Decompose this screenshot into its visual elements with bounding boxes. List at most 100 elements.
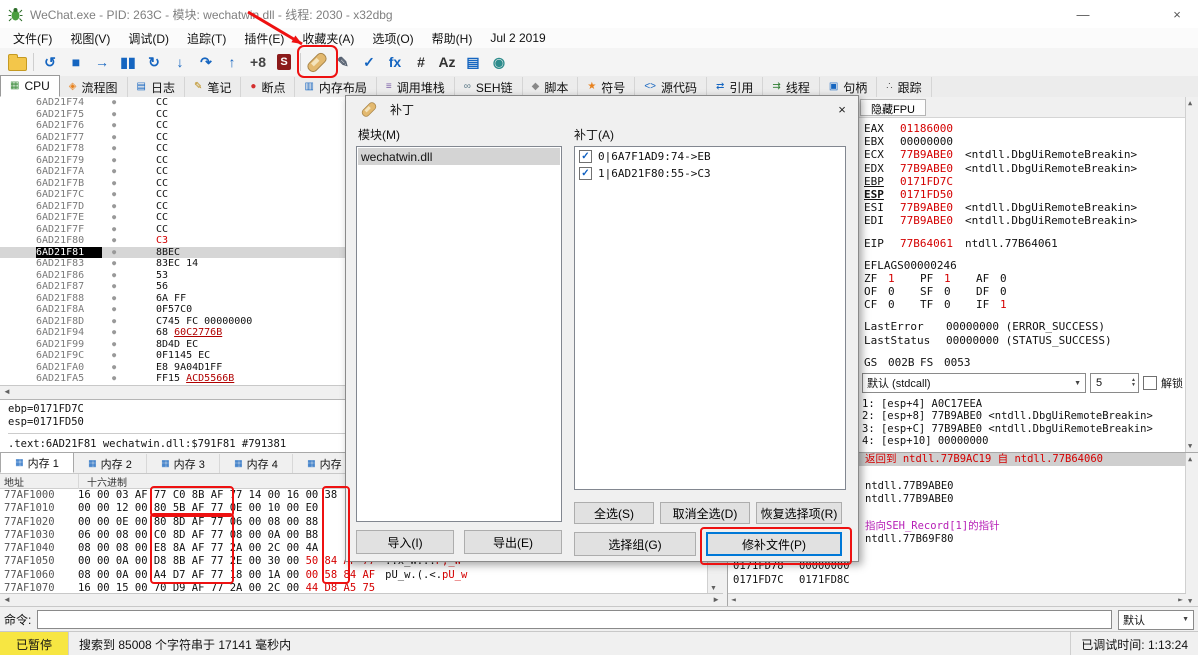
memory-tab[interactable]: ▦ 内存 4 [220,454,293,473]
tab-seh-chain[interactable]: ∞ SEH链 [455,77,523,97]
run-button[interactable]: → [89,49,115,75]
reload-button[interactable]: ↻ [141,49,167,75]
patch-checkbox[interactable]: ✓ [579,150,592,163]
stack-row[interactable]: 0171FD78 00000000 [728,560,1198,573]
tab-call-stack[interactable]: ≡ 调用堆栈 [377,77,455,97]
deselect-all-button[interactable]: 取消全选(D) [660,502,750,524]
step-into-button[interactable]: ↓ [167,49,193,75]
minimize-button[interactable]: — [1062,0,1104,28]
restore-selected-button[interactable]: 恢复选择项(R) [756,502,842,524]
calling-convention-select[interactable]: 默认 (stdcall) ▼ [862,373,1086,393]
tab-symbols[interactable]: ★ 符号 [578,77,636,97]
scroll-right-icon[interactable]: ► [1178,595,1183,604]
hash-button[interactable]: # [408,49,434,75]
compare-button[interactable]: ✓ [356,49,382,75]
disasm-address: 6AD21F7B [36,177,85,189]
step-over-button[interactable]: ↷ [193,49,219,75]
disasm-bytes-address: ACD5566B [186,373,235,384]
step-n-button[interactable]: +8 [245,49,271,75]
run-to-return-button[interactable]: ↑ [219,49,245,75]
spinner-arrows-icon[interactable]: ▲ ▼ [1131,378,1136,388]
registers-scrollbar[interactable]: ▲ ▼ [1185,97,1198,452]
disasm-bytes: CC [156,200,169,212]
menu-item[interactable]: 插件(E) [235,30,293,47]
flag-value: 0 [1000,285,1007,299]
tab-notes[interactable]: ✎ 笔记 [185,77,242,97]
flag-value: 002B [888,355,915,369]
step-into-icon: ↓ [176,54,184,70]
patch-file-button[interactable]: 修补文件(P) [706,532,842,556]
hide-fpu-button[interactable]: 隐藏FPU [860,98,926,116]
memory-tab[interactable]: ▦ 内存 2 [74,454,147,473]
scroll-up-icon[interactable]: ▲ [1188,455,1192,463]
tab-graph[interactable]: ◈ 流程图 [60,77,128,97]
command-input[interactable] [37,610,1112,629]
select-all-button[interactable]: 全选(S) [574,502,654,524]
menu-item[interactable]: 文件(F) [4,30,61,47]
memory-tab[interactable]: ▦ 内存 1 [0,453,74,473]
tab-memory-map[interactable]: ▥ 内存布局 [295,77,377,97]
tab-breakpoints[interactable]: ● 断点 [241,77,296,97]
dump-row[interactable]: 77AF1060 08 00 0A 00 A4 D7 AF 77 18 00 1A… [0,569,723,582]
scroll-down-icon[interactable]: ▼ [1188,442,1192,450]
arg-count-spinner[interactable]: 5 ▲ ▼ [1090,373,1139,393]
tab-label: 脚本 [544,80,569,95]
instruction-dot-icon: ● [112,293,117,302]
scroll-left-icon[interactable]: ◄ [731,595,736,604]
patch-item[interactable]: ✓ 0|6A7F1AD9:74->EB [576,148,844,165]
patch-checkbox[interactable]: ✓ [579,167,592,180]
scroll-right-icon[interactable]: ► [712,595,720,604]
tab-script[interactable]: ◆ 脚本 [523,77,579,97]
export-button[interactable]: 导出(E) [464,530,562,554]
menu-item[interactable]: 帮助(H) [423,30,482,47]
stack-row[interactable]: 0171FD7C 0171FD8C [728,574,1198,587]
scroll-left-icon[interactable]: ◄ [3,595,11,604]
tab-log[interactable]: ▤ 日志 [128,77,185,97]
dialog-close-button[interactable]: × [826,96,858,122]
tab-trace[interactable]: ∴ 跟踪 [877,77,932,97]
tab-references[interactable]: ⇄ 引用 [707,77,764,97]
stack-vscrollbar[interactable]: ▲ ▼ [1185,453,1198,607]
menu-item[interactable]: Jul 2 2019 [481,31,554,45]
unlock-checkbox[interactable] [1143,376,1157,390]
command-profile-select[interactable]: 默认 ▼ [1118,609,1194,630]
menu-item[interactable]: 视图(V) [61,30,119,47]
patch-text: 0|6A7F1AD9:74->EB [598,150,711,163]
scroll-left-icon[interactable]: ◄ [3,387,11,396]
restart-button[interactable]: ↺ [37,49,63,75]
stop-button[interactable]: ■ [63,49,89,75]
globe-button[interactable]: ◉ [486,49,512,75]
script-button[interactable]: S [271,49,297,75]
dump-hscrollbar[interactable]: ◄ ► [0,593,723,607]
tab-source[interactable]: <> 源代码 [635,77,708,97]
close-button[interactable]: × [1156,0,1198,28]
patch-button[interactable] [304,49,330,75]
tab-label: 笔记 [207,80,232,95]
fx-button[interactable]: fx [382,49,408,75]
menu-item[interactable]: 选项(O) [363,30,422,47]
report-button[interactable]: ▤ [460,49,486,75]
scroll-down-icon[interactable]: ▼ [710,585,717,592]
scroll-up-icon[interactable]: ▲ [1188,99,1192,107]
menu-item[interactable]: 调试(D) [119,30,178,47]
stack-value: 0171FD8C [799,573,850,586]
strings-button[interactable]: Az [434,49,460,75]
disasm-gutter [0,109,36,121]
disasm-bytes: CC [156,166,169,177]
tab-cpu[interactable]: ▦ CPU [0,75,60,97]
menu-item[interactable]: 收藏夹(A) [293,30,363,47]
import-button[interactable]: 导入(I) [356,530,454,554]
patch-dialog-titlebar[interactable]: 补丁 × [346,96,858,122]
menu-item[interactable]: 追踪(T) [178,30,235,47]
tab-handles[interactable]: ▣ 句柄 [820,77,878,97]
pen-button[interactable]: ✎ [330,49,356,75]
pick-groups-button[interactable]: 选择组(G) [574,532,696,556]
open-file-button[interactable] [4,49,30,75]
module-item[interactable]: wechatwin.dll [358,148,560,165]
stack-hscrollbar[interactable]: ◄ ► [728,593,1186,607]
patch-item[interactable]: ✓ 1|6AD21F80:55->C3 [576,165,844,182]
pause-button[interactable]: ▮▮ [115,49,141,75]
tab-threads[interactable]: ⇉ 线程 [763,77,820,97]
scroll-down-icon[interactable]: ▼ [1188,597,1192,605]
memory-tab[interactable]: ▦ 内存 3 [147,454,220,473]
